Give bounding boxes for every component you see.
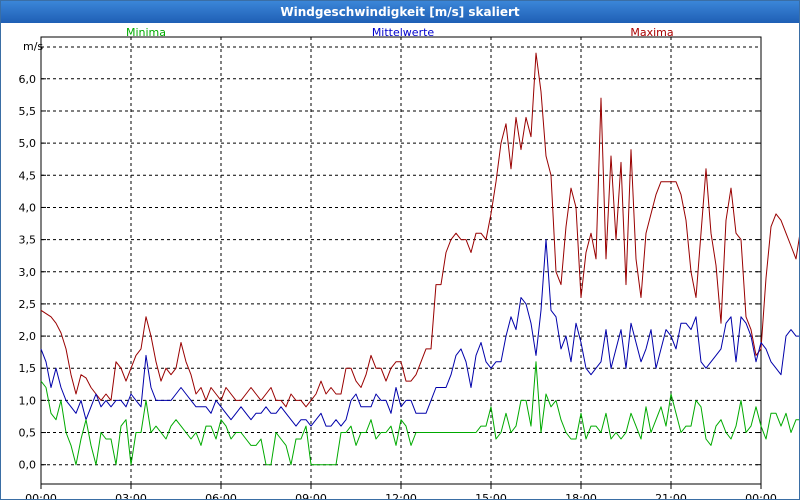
y-tick-label: 3,0: [19, 266, 37, 279]
chart-window: Windgeschwindigkeit [m/s] skaliert 0,0 0,…: [0, 0, 800, 500]
y-tick-label: 5,0: [19, 137, 37, 150]
window-title: Windgeschwindigkeit [m/s] skaliert: [1, 1, 799, 23]
y-tick-label: 3,5: [19, 234, 37, 247]
y-tick-label: 1,5: [19, 362, 37, 375]
series-line-mittelwerte: [40, 239, 799, 427]
x-tick-time: 18:00: [565, 492, 597, 499]
y-tick-label: 0,5: [19, 427, 37, 440]
legend-maxima: Maxima: [630, 26, 673, 39]
y-tick-label: 4,5: [19, 169, 37, 182]
x-tick-time: 15:00: [475, 492, 507, 499]
x-tick-time: 12:00: [385, 492, 417, 499]
x-tick-time: 21:00: [655, 492, 687, 499]
x-tick-time: 09:00: [295, 492, 327, 499]
y-tick-label: 1,0: [19, 394, 37, 407]
series-group: [40, 52, 799, 466]
x-tick-time: 00:00: [745, 492, 777, 499]
x-tick-time: 00:00: [25, 492, 57, 499]
x-tick-time: 03:00: [115, 492, 147, 499]
y-tick-label: 0,0: [19, 459, 37, 472]
series-line-maxima: [40, 52, 799, 408]
y-axis: 0,0 0,5 1,0 1,5 2,0 2,5 3,0 3,5 4,0 4,5 5,0 5,5 6,0: [19, 73, 761, 472]
y-tick-label: 4,0: [19, 201, 37, 214]
y-tick-label: 5,5: [19, 105, 37, 118]
legend-mittelwerte: Mittelwerte: [372, 26, 435, 39]
y-tick-label: 2,5: [19, 298, 37, 311]
x-tick-time: 06:00: [205, 492, 237, 499]
y-axis-label: m/s: [23, 40, 43, 53]
x-axis: 00:0030.03.1703:0030.03.1706:0030.03.170…: [25, 484, 777, 499]
y-tick-label: 6,0: [19, 73, 37, 86]
wind-speed-chart: 0,00,51,01,52,02,53,03,54,04,55,05,56,0 …: [19, 26, 799, 499]
legend-minima: Minima: [126, 26, 166, 39]
y-tick-label: 2,0: [19, 330, 37, 343]
